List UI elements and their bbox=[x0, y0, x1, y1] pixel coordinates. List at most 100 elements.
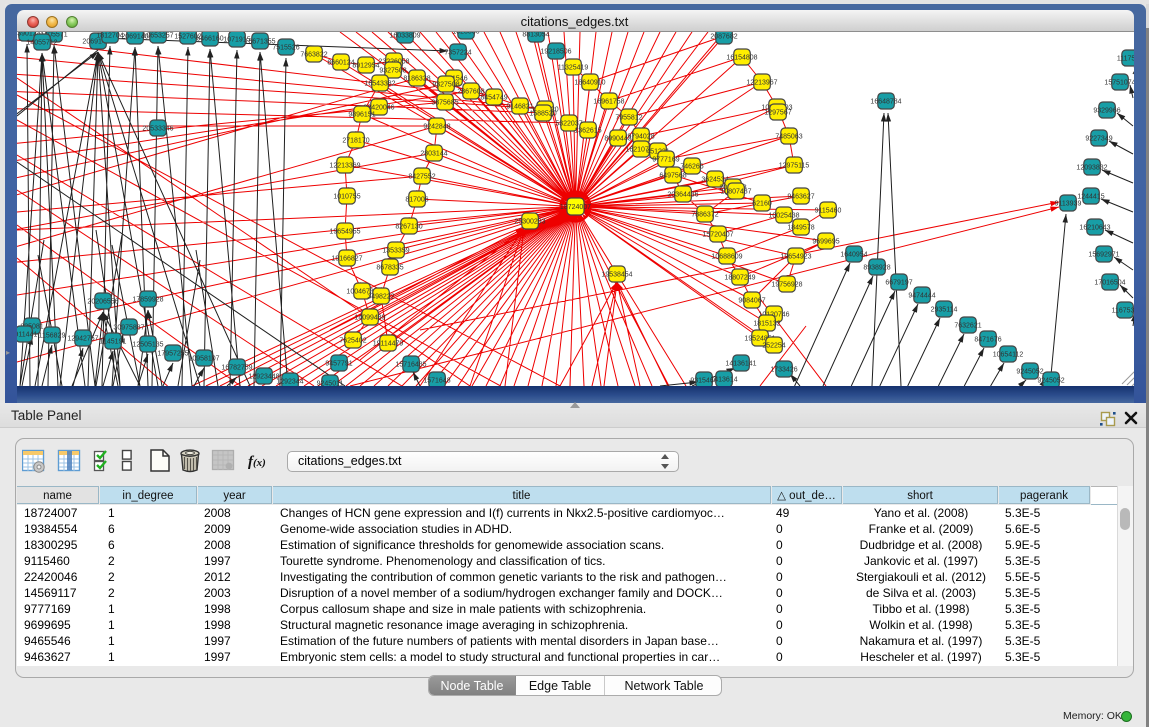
svg-text:6497568: 6497568 bbox=[659, 173, 686, 180]
svg-text:9245011: 9245011 bbox=[317, 381, 344, 386]
svg-text:9699695: 9699695 bbox=[812, 239, 839, 246]
svg-text:20206556: 20206556 bbox=[87, 299, 118, 306]
svg-text:2803144: 2803144 bbox=[420, 151, 447, 158]
svg-text:9896151: 9896151 bbox=[348, 112, 375, 119]
svg-text:7485063: 7485063 bbox=[775, 134, 802, 141]
svg-text:9242848: 9242848 bbox=[423, 124, 450, 131]
svg-text:18640910: 18640910 bbox=[574, 80, 605, 87]
svg-text:12923448: 12923448 bbox=[248, 374, 279, 381]
svg-text:10958107: 10958107 bbox=[188, 356, 219, 363]
svg-text:1353359: 1353359 bbox=[382, 248, 409, 255]
svg-text:19756928: 19756928 bbox=[771, 282, 802, 289]
svg-text:9327508: 9327508 bbox=[379, 68, 406, 75]
svg-text:9474444: 9474444 bbox=[908, 293, 935, 300]
svg-text:1292344: 1292344 bbox=[276, 379, 303, 386]
svg-text:19114479: 19114479 bbox=[373, 341, 404, 348]
svg-text:14136141: 14136141 bbox=[725, 361, 756, 368]
svg-text:7663822: 7663822 bbox=[300, 52, 327, 59]
svg-text:9329966: 9329966 bbox=[1093, 108, 1120, 115]
svg-text:12505135: 12505135 bbox=[132, 342, 163, 349]
svg-text:17016504: 17016504 bbox=[1094, 280, 1125, 287]
svg-text:62160: 62160 bbox=[752, 201, 772, 208]
svg-text:6466160: 6466160 bbox=[196, 36, 223, 43]
svg-text:1849578: 1849578 bbox=[787, 225, 814, 232]
svg-text:16648784: 16648784 bbox=[870, 99, 901, 106]
svg-text:25300293: 25300293 bbox=[514, 219, 545, 226]
svg-text:1167533: 1167533 bbox=[1112, 308, 1134, 315]
svg-text:10807487: 10807487 bbox=[720, 189, 751, 196]
svg-text:1362615: 1362615 bbox=[574, 128, 601, 135]
svg-text:16961758: 16961758 bbox=[593, 99, 624, 106]
svg-text:15692971: 15692971 bbox=[1088, 252, 1119, 259]
svg-text:3498222: 3498222 bbox=[367, 294, 394, 301]
svg-text:10653257: 10653257 bbox=[142, 33, 173, 40]
svg-text:14055712: 14055712 bbox=[26, 40, 57, 47]
svg-text:8186328: 8186328 bbox=[403, 76, 430, 83]
svg-text:1156829: 1156829 bbox=[39, 333, 66, 340]
svg-text:20533346: 20533346 bbox=[142, 126, 173, 133]
svg-text:15720407: 15720407 bbox=[702, 232, 733, 239]
svg-text:10025438: 10025438 bbox=[768, 213, 799, 220]
svg-text:1812704: 1812704 bbox=[96, 33, 123, 40]
svg-text:17859928: 17859928 bbox=[132, 297, 163, 304]
svg-text:1010755: 1010755 bbox=[333, 194, 360, 201]
svg-text:9245052: 9245052 bbox=[1037, 378, 1064, 385]
svg-text:15716485: 15716485 bbox=[395, 362, 426, 369]
svg-text:9245052: 9245052 bbox=[1016, 369, 1043, 376]
svg-text:15751074: 15751074 bbox=[1104, 80, 1134, 87]
svg-text:1733426: 1733426 bbox=[770, 367, 797, 374]
svg-text:(x): (x) bbox=[253, 457, 266, 469]
svg-text:8938928: 8938928 bbox=[863, 265, 890, 272]
svg-text:1588520: 1588520 bbox=[529, 111, 556, 118]
svg-text:16782759: 16782759 bbox=[221, 365, 252, 372]
svg-text:18807249: 18807249 bbox=[724, 275, 755, 282]
svg-text:1640954: 1640954 bbox=[840, 252, 867, 259]
svg-text:30975887: 30975887 bbox=[113, 325, 144, 332]
svg-text:7632621: 7632621 bbox=[954, 323, 981, 330]
svg-text:19538454: 19538454 bbox=[601, 272, 632, 279]
svg-text:16543382: 16543382 bbox=[364, 81, 395, 88]
svg-text:10654112: 10654112 bbox=[993, 352, 1024, 359]
svg-text:12213967: 12213967 bbox=[746, 80, 777, 87]
svg-text:14099489: 14099489 bbox=[354, 315, 385, 322]
svg-text:10688609: 10688609 bbox=[711, 254, 742, 261]
svg-text:9777169: 9777169 bbox=[652, 157, 679, 164]
svg-text:12942757: 12942757 bbox=[67, 336, 98, 343]
svg-text:252254: 252254 bbox=[762, 343, 785, 350]
svg-text:2935114: 2935114 bbox=[931, 307, 958, 314]
svg-text:1413614: 1413614 bbox=[710, 377, 737, 384]
svg-text:19654955: 19654955 bbox=[329, 229, 360, 236]
svg-text:1571648: 1571648 bbox=[423, 378, 450, 385]
svg-text:8678335: 8678335 bbox=[376, 265, 403, 272]
svg-text:11325419: 11325419 bbox=[558, 65, 589, 72]
svg-text:1117533: 1117533 bbox=[1117, 56, 1134, 63]
svg-text:8427552: 8427552 bbox=[408, 174, 435, 181]
svg-text:9227349: 9227349 bbox=[1085, 136, 1112, 143]
svg-text:9463627: 9463627 bbox=[787, 194, 814, 201]
svg-text:7515526: 7515526 bbox=[272, 45, 299, 52]
svg-text:817006: 817006 bbox=[405, 197, 428, 204]
svg-text:9457791: 9457791 bbox=[325, 361, 352, 368]
svg-text:5322037: 5322037 bbox=[555, 121, 582, 128]
svg-text:1145191: 1145191 bbox=[100, 339, 127, 346]
svg-text:9146821: 9146821 bbox=[506, 104, 533, 111]
svg-text:6679197: 6679197 bbox=[885, 280, 912, 287]
svg-text:1297567: 1297567 bbox=[764, 110, 791, 117]
svg-text:1823380: 1823380 bbox=[452, 32, 479, 36]
svg-text:16210643: 16210643 bbox=[1079, 225, 1110, 232]
svg-text:8267130: 8267130 bbox=[395, 224, 422, 231]
svg-text:8912954: 8912954 bbox=[352, 63, 379, 70]
svg-text:1244415: 1244415 bbox=[1077, 194, 1104, 201]
svg-text:9794028: 9794028 bbox=[627, 134, 654, 141]
svg-text:2718170: 2718170 bbox=[342, 138, 369, 145]
svg-text:9113939: 9113939 bbox=[1055, 201, 1082, 208]
svg-text:1815132: 1815132 bbox=[753, 321, 780, 328]
svg-text:19166827: 19166827 bbox=[331, 256, 362, 263]
svg-text:12093832: 12093832 bbox=[1076, 165, 1107, 172]
svg-text:12213369: 12213369 bbox=[329, 163, 360, 170]
svg-text:8471676: 8471676 bbox=[974, 337, 1001, 344]
svg-text:20364436: 20364436 bbox=[667, 192, 698, 199]
svg-text:8660124: 8660124 bbox=[327, 60, 354, 67]
svg-text:12975115: 12975115 bbox=[779, 163, 810, 170]
svg-text:746266: 746266 bbox=[680, 164, 703, 171]
